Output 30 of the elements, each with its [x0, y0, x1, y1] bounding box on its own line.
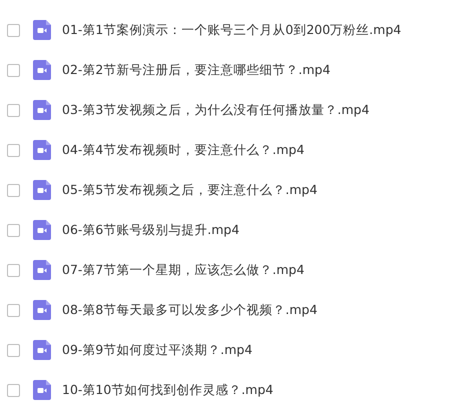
- file-name[interactable]: 08-第8节每天最多可以发多少个视频？.mp4: [62, 302, 318, 318]
- file-name[interactable]: 03-第3节发视频之后，为什么没有任何播放量？.mp4: [62, 102, 370, 118]
- video-file-icon: [33, 260, 51, 280]
- video-file-icon: [33, 380, 51, 400]
- video-file-icon: [33, 340, 51, 360]
- checkbox[interactable]: [7, 144, 20, 156]
- file-name[interactable]: 05-第5节发布视频之后，要注意什么？.mp4: [62, 182, 318, 198]
- video-file-icon: [33, 100, 51, 120]
- video-file-icon: [33, 180, 51, 200]
- file-name[interactable]: 02-第2节新号注册后，要注意哪些细节？.mp4: [62, 62, 330, 78]
- checkbox[interactable]: [7, 184, 20, 196]
- file-name[interactable]: 07-第7节第一个星期，应该怎么做？.mp4: [62, 262, 304, 278]
- video-file-icon: [33, 140, 51, 160]
- checkbox[interactable]: [7, 304, 20, 316]
- video-file-icon: [33, 220, 51, 240]
- checkbox[interactable]: [7, 24, 20, 36]
- video-file-icon: [33, 60, 51, 80]
- checkbox[interactable]: [7, 344, 20, 356]
- checkbox[interactable]: [7, 104, 20, 116]
- checkbox[interactable]: [7, 64, 20, 76]
- checkbox[interactable]: [7, 264, 20, 276]
- video-file-icon: [33, 300, 51, 320]
- checkbox[interactable]: [7, 224, 20, 236]
- video-file-icon: [33, 20, 51, 40]
- file-name[interactable]: 01-第1节案例演示：一个账号三个月从0到200万粉丝.mp4: [62, 22, 402, 38]
- checkbox[interactable]: [7, 384, 20, 396]
- file-name[interactable]: 10-第10节如何找到创作灵感？.mp4: [62, 382, 274, 398]
- file-name[interactable]: 09-第9节如何度过平淡期？.mp4: [62, 342, 252, 358]
- file-name[interactable]: 06-第6节账号级别与提升.mp4: [62, 222, 240, 238]
- file-name[interactable]: 04-第4节发布视频时，要注意什么？.mp4: [62, 142, 304, 158]
